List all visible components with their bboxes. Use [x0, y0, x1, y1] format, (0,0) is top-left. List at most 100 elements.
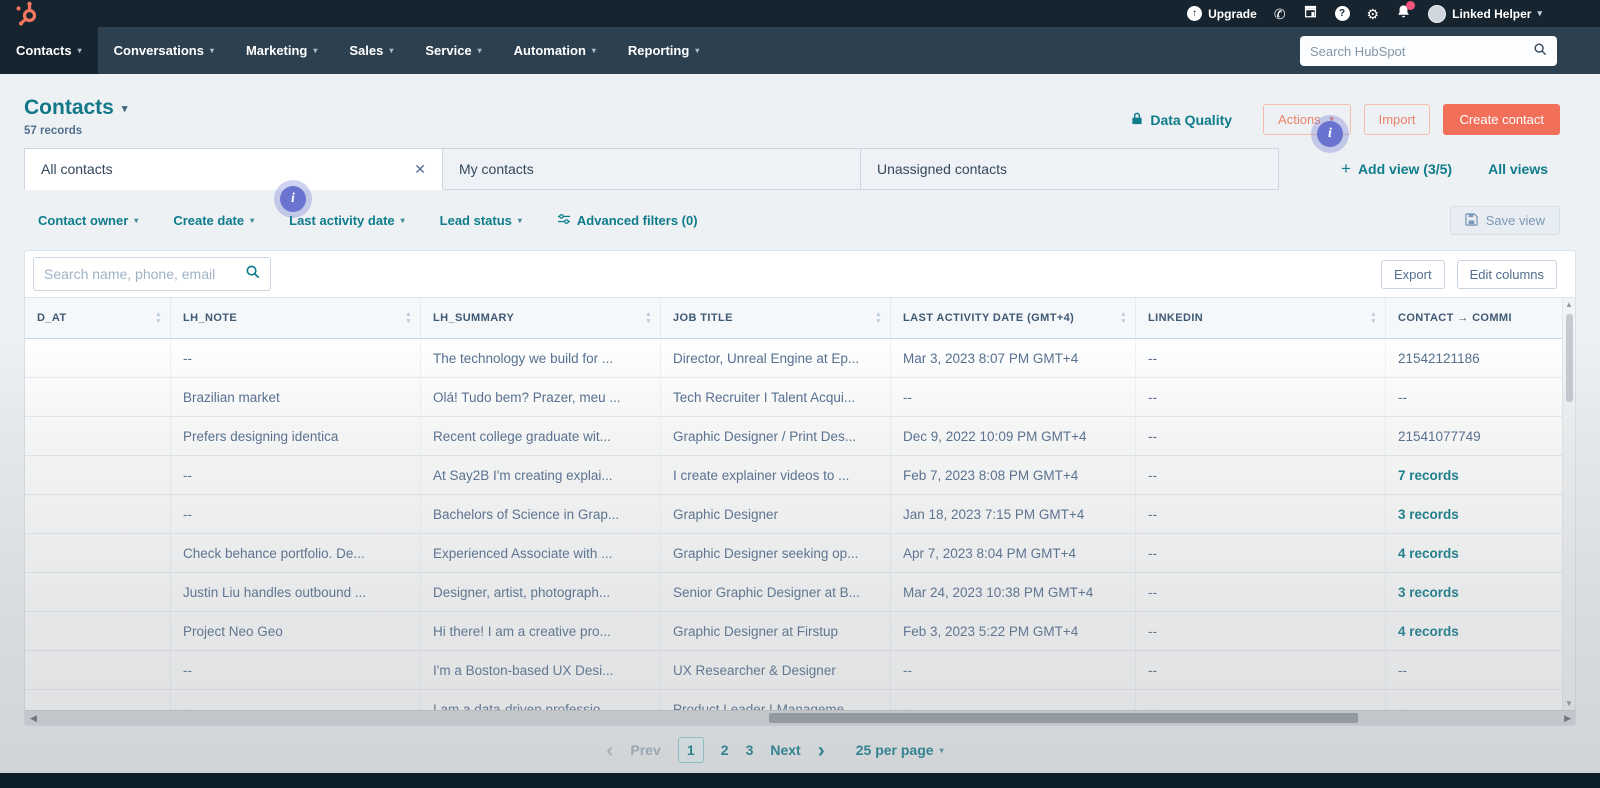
- column-header-lh-note[interactable]: LH_NOTE ▲ ▼: [171, 298, 421, 338]
- nav-item-conversations[interactable]: Conversations ▾: [98, 27, 230, 74]
- marketplace-icon[interactable]: [1303, 4, 1318, 24]
- column-header-contact-commi[interactable]: CONTACT → COMMI▲▼: [1386, 298, 1575, 338]
- global-search[interactable]: [1300, 36, 1557, 66]
- table-cell: Graphic Designer at Firstup: [661, 612, 891, 650]
- sort-icon[interactable]: ▲▼: [1120, 312, 1127, 324]
- import-button[interactable]: Import: [1363, 104, 1431, 135]
- table-row[interactable]: Check behance portfolio. De... Experience…: [25, 534, 1575, 573]
- table-row[interactable]: -- Bachelors of Science in Grap... Graphic…: [25, 495, 1575, 534]
- table-cell: 21541077749: [1398, 428, 1481, 444]
- prev-button[interactable]: Prev: [630, 742, 660, 758]
- column-header-d-at[interactable]: D_AT ▲ ▼: [25, 298, 171, 338]
- tab-all-contacts[interactable]: All contacts ✕: [24, 148, 443, 190]
- vertical-scrollbar[interactable]: ▲ ▼: [1562, 298, 1575, 710]
- save-icon: [1465, 212, 1478, 229]
- column-header-lh-summary[interactable]: LH_SUMMARY ▲ ▼: [421, 298, 661, 338]
- sort-icon[interactable]: ▲▼: [645, 312, 652, 324]
- edit-columns-button[interactable]: Edit columns: [1456, 259, 1557, 289]
- horizontal-scroll-thumb[interactable]: [769, 713, 1358, 723]
- notifications-bell-icon[interactable]: [1396, 0, 1416, 24]
- help-icon[interactable]: ?: [1334, 6, 1350, 21]
- nav-item-automation[interactable]: Automation ▾: [498, 27, 612, 74]
- table-body: -- The technology we build for ... Directo…: [25, 339, 1575, 712]
- all-views-link[interactable]: All views: [1488, 161, 1548, 177]
- upgrade-button[interactable]: ↑ Upgrade: [1187, 6, 1257, 21]
- save-view-button[interactable]: Save view: [1449, 206, 1560, 235]
- table-row[interactable]: Prefers designing identica Recent college…: [25, 417, 1575, 456]
- scroll-up-icon[interactable]: ▲: [1563, 300, 1575, 309]
- data-quality-link[interactable]: Data Quality: [1131, 112, 1232, 128]
- add-view-link[interactable]: + Add view (3/5): [1341, 159, 1452, 179]
- upgrade-icon: ↑: [1187, 6, 1203, 21]
- info-badge[interactable]: i: [280, 186, 306, 212]
- create-contact-button[interactable]: Create contact: [1443, 104, 1560, 135]
- chevron-down-icon: ▾: [250, 215, 255, 225]
- page-number-3[interactable]: 3: [746, 742, 754, 758]
- column-header-last-activity-date-gmt-4-[interactable]: LAST ACTIVITY DATE (GMT+4) ▲ ▼: [891, 298, 1136, 338]
- associated-records-link[interactable]: 4 records: [1386, 612, 1575, 650]
- tab-unassigned-contacts[interactable]: Unassigned contacts: [861, 148, 1279, 190]
- nav-item-reporting[interactable]: Reporting ▾: [612, 27, 715, 74]
- table-cell: Jan 18, 2023 7:15 PM GMT+4: [891, 495, 1136, 533]
- sort-icon[interactable]: ▲▼: [155, 312, 162, 324]
- per-page-selector[interactable]: 25 per page ▾: [856, 742, 944, 758]
- calling-icon[interactable]: ✆: [1274, 7, 1286, 21]
- table-row[interactable]: -- At Say2B I'm creating explai... I creat…: [25, 456, 1575, 495]
- sort-icon[interactable]: ▲▼: [405, 312, 412, 324]
- filter-last-activity-date[interactable]: Last activity date ▾: [289, 213, 405, 228]
- table-header: D_AT ▲ ▼ LH_NOTE ▲ ▼ LH_SUMMARY ▲ ▼ JOB TITLE ▲ ▼ LA…: [25, 297, 1575, 339]
- table-cell: --: [1136, 417, 1386, 455]
- table-cell: --: [891, 651, 1136, 689]
- filter-lead-status[interactable]: Lead status ▾: [440, 213, 522, 228]
- filter-create-date[interactable]: Create date ▾: [173, 213, 254, 228]
- account-menu[interactable]: Linked Helper ▾: [1428, 4, 1542, 23]
- global-search-input[interactable]: [1310, 43, 1510, 59]
- sort-icon[interactable]: ▲▼: [1370, 312, 1377, 324]
- associated-records-link[interactable]: 3 records: [1386, 495, 1575, 533]
- page-title[interactable]: Contacts ▾: [24, 96, 127, 120]
- table-cell: Bachelors of Science in Grap...: [421, 495, 661, 533]
- nav-item-contacts[interactable]: Contacts ▾: [0, 27, 98, 74]
- tab-my-contacts[interactable]: My contacts: [443, 148, 861, 190]
- upgrade-label: Upgrade: [1208, 6, 1257, 21]
- page-number-2[interactable]: 2: [721, 742, 729, 758]
- scroll-left-icon[interactable]: ◀: [30, 711, 37, 725]
- sort-icon[interactable]: ▲▼: [875, 312, 882, 324]
- horizontal-scrollbar[interactable]: ◀ ▶: [25, 710, 1575, 725]
- nav-item-sales[interactable]: Sales ▾: [333, 27, 409, 74]
- nav-item-marketing[interactable]: Marketing ▾: [230, 27, 333, 74]
- export-button[interactable]: Export: [1381, 259, 1445, 289]
- nav-item-service[interactable]: Service ▾: [409, 27, 497, 74]
- table-row[interactable]: -- I'm a Boston-based UX Desi... UX Resear…: [25, 651, 1575, 690]
- table-cell: I'm a Boston-based UX Desi...: [421, 651, 661, 689]
- table-cell: Mar 24, 2023 10:38 PM GMT+4: [891, 573, 1136, 611]
- column-header-linkedin[interactable]: LINKEDIN ▲ ▼: [1136, 298, 1386, 338]
- settings-gear-icon[interactable]: ⚙: [1367, 7, 1380, 21]
- hubspot-logo-icon[interactable]: [14, 1, 41, 28]
- table-cell: --: [891, 378, 1136, 416]
- prev-chevron-icon[interactable]: ‹: [606, 740, 613, 761]
- table-cell: The technology we build for ...: [421, 339, 661, 377]
- info-badge[interactable]: i: [1317, 121, 1343, 147]
- table-row[interactable]: -- The technology we build for ... Directo…: [25, 339, 1575, 378]
- scroll-right-icon[interactable]: ▶: [1564, 711, 1571, 725]
- filter-contact-owner[interactable]: Contact owner ▾: [38, 213, 138, 228]
- close-icon[interactable]: ✕: [414, 161, 426, 178]
- advanced-filters-link[interactable]: Advanced filters (0): [557, 213, 698, 228]
- associated-records-link[interactable]: 3 records: [1386, 573, 1575, 611]
- next-button[interactable]: Next: [770, 742, 800, 758]
- table-search-input[interactable]: [44, 266, 229, 282]
- page-numbers: 1 2 3: [677, 737, 754, 763]
- page-number-1[interactable]: 1: [677, 737, 704, 763]
- associated-records-link[interactable]: 4 records: [1386, 534, 1575, 572]
- associated-records-link[interactable]: 7 records: [1386, 456, 1575, 494]
- table-row[interactable]: Brazilian market Olá! Tudo bem? Prazer, m…: [25, 378, 1575, 417]
- table-row[interactable]: -- I am a data-driven professio... Product…: [25, 690, 1575, 712]
- next-chevron-icon[interactable]: ›: [818, 740, 825, 761]
- table-row[interactable]: Justin Liu handles outbound ... Designer,…: [25, 573, 1575, 612]
- table-row[interactable]: Project Neo Geo Hi there! I am a creative…: [25, 612, 1575, 651]
- column-header-job-title[interactable]: JOB TITLE ▲ ▼: [661, 298, 891, 338]
- vertical-scroll-thumb[interactable]: [1566, 314, 1573, 402]
- scroll-down-icon[interactable]: ▼: [1563, 699, 1575, 708]
- table-search[interactable]: [33, 257, 271, 291]
